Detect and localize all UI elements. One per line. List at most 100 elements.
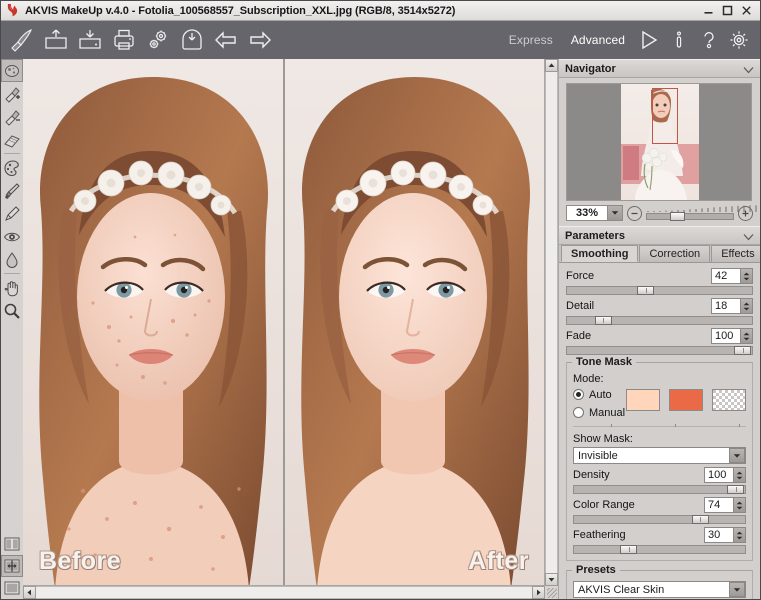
redo-button[interactable]	[243, 23, 277, 57]
preset-chevron-down-icon[interactable]	[729, 582, 745, 597]
toolbar-right-group: Express Advanced	[500, 21, 754, 59]
detail-slider[interactable]	[566, 316, 753, 325]
color-range-spin-buttons[interactable]	[734, 497, 746, 513]
feathering-spin-buttons[interactable]	[734, 527, 746, 543]
detail-spin-buttons[interactable]	[741, 298, 753, 314]
density-spin-buttons[interactable]	[734, 467, 746, 483]
tone-swatch-light[interactable]	[626, 389, 660, 411]
navigator-header[interactable]: Navigator	[559, 59, 760, 78]
feathering-value[interactable]: 30	[704, 527, 734, 543]
undo-button[interactable]	[209, 23, 243, 57]
density-value[interactable]: 100	[704, 467, 734, 483]
detail-slider-thumb[interactable]	[594, 316, 612, 325]
run-play-icon[interactable]	[634, 23, 664, 57]
canvas-vertical-scrollbar[interactable]	[544, 59, 558, 586]
water-drop-tool[interactable]	[1, 248, 23, 271]
help-question-icon[interactable]	[694, 23, 724, 57]
view-mode-split-vertical[interactable]	[1, 533, 23, 555]
force-spin-buttons[interactable]	[741, 268, 753, 284]
after-pane[interactable]: After	[283, 59, 545, 586]
view-mode-split-slider[interactable]	[1, 555, 23, 577]
scroll-right-icon[interactable]	[532, 586, 545, 599]
fade-value[interactable]: 100	[711, 328, 741, 344]
show-mask-chevron-down-icon[interactable]	[729, 448, 745, 463]
detail-stepper[interactable]: 18	[711, 298, 753, 314]
canvas-horizontal-scrollbar[interactable]	[23, 585, 545, 599]
navigator-viewport-rect[interactable]	[652, 88, 678, 144]
color-range-slider[interactable]	[573, 515, 746, 524]
preset-select[interactable]: AKVIS Clear Skin	[573, 581, 746, 598]
fade-slider-thumb[interactable]	[734, 346, 751, 355]
chameleon-brush-tool[interactable]	[1, 156, 23, 179]
keep-area-tool[interactable]	[1, 82, 23, 105]
zoom-dropdown-chevron-down-icon[interactable]	[608, 205, 623, 221]
fade-row: Fade 100	[566, 328, 753, 344]
scroll-left-icon[interactable]	[23, 586, 36, 599]
hand-tool[interactable]	[1, 276, 23, 299]
feathering-slider-thumb[interactable]	[620, 545, 638, 554]
density-slider[interactable]	[573, 485, 746, 494]
print-button[interactable]	[107, 23, 141, 57]
zoom-tool[interactable]	[1, 299, 23, 322]
blur-pencil-tool[interactable]	[1, 202, 23, 225]
parameters-header[interactable]: Parameters	[559, 226, 760, 245]
force-slider-thumb[interactable]	[637, 286, 655, 295]
fade-slider[interactable]	[566, 346, 753, 355]
tool-separator-1	[4, 153, 20, 154]
tab-smoothing[interactable]: Smoothing	[561, 245, 639, 262]
radio-auto-icon[interactable]	[573, 389, 584, 400]
navigator-thumbnail[interactable]	[566, 83, 752, 201]
force-slider[interactable]	[566, 286, 753, 295]
color-range-value[interactable]: 74	[704, 497, 734, 513]
zoom-slider[interactable]	[646, 205, 757, 221]
tone-swatch-accent[interactable]	[669, 389, 703, 411]
eraser-tool[interactable]	[1, 128, 23, 151]
image-canvas-area[interactable]: Before After	[23, 59, 558, 599]
mode-advanced[interactable]: Advanced	[562, 33, 634, 47]
maximize-icon[interactable]	[721, 5, 733, 17]
color-range-slider-thumb[interactable]	[691, 515, 709, 524]
feathering-stepper[interactable]: 30	[704, 527, 746, 543]
density-slider-thumb[interactable]	[727, 485, 744, 494]
fade-stepper[interactable]: 100	[711, 328, 753, 344]
tab-effects[interactable]: Effects	[711, 245, 760, 262]
force-stepper[interactable]: 42	[711, 268, 753, 284]
exclude-area-tool[interactable]	[1, 105, 23, 128]
batch-processing-button[interactable]	[175, 23, 209, 57]
before-pane[interactable]: Before	[23, 59, 283, 586]
scroll-track-vertical[interactable]	[545, 72, 558, 573]
minimize-icon[interactable]	[702, 5, 714, 17]
settings-gear-icon[interactable]	[724, 23, 754, 57]
scroll-down-icon[interactable]	[545, 573, 558, 586]
fade-spin-buttons[interactable]	[741, 328, 753, 344]
radio-manual-icon[interactable]	[573, 407, 584, 418]
info-icon[interactable]	[664, 23, 694, 57]
zoom-value[interactable]: 33%	[566, 205, 608, 221]
save-image-button[interactable]	[73, 23, 107, 57]
zoom-field-group[interactable]: 33%	[566, 205, 623, 221]
show-mask-select[interactable]: Invisible	[573, 447, 746, 464]
spot-remover-tool[interactable]	[1, 59, 23, 82]
zoom-slider-track[interactable]	[646, 213, 734, 220]
open-image-button[interactable]	[39, 23, 73, 57]
feathering-slider[interactable]	[573, 545, 746, 554]
density-stepper[interactable]: 100	[704, 467, 746, 483]
force-value[interactable]: 42	[711, 268, 741, 284]
color-range-stepper[interactable]: 74	[704, 497, 746, 513]
mode-express[interactable]: Express	[500, 33, 562, 47]
preferences-button[interactable]	[141, 23, 175, 57]
density-label: Density	[573, 469, 610, 481]
scroll-up-icon[interactable]	[545, 59, 558, 72]
zoom-slider-thumb[interactable]	[669, 212, 685, 221]
red-eye-tool[interactable]	[1, 225, 23, 248]
chevron-down-icon[interactable]	[743, 232, 754, 240]
close-icon[interactable]	[740, 5, 752, 17]
tab-correction[interactable]: Correction	[639, 245, 711, 262]
history-brush-tool[interactable]	[1, 179, 23, 202]
minus-circle-icon[interactable]	[627, 205, 642, 221]
scroll-track-horizontal[interactable]	[36, 586, 532, 599]
tone-swatch-transparent[interactable]	[712, 389, 746, 411]
detail-value[interactable]: 18	[711, 298, 741, 314]
chevron-down-icon[interactable]	[743, 65, 754, 73]
view-mode-single[interactable]	[1, 577, 23, 599]
